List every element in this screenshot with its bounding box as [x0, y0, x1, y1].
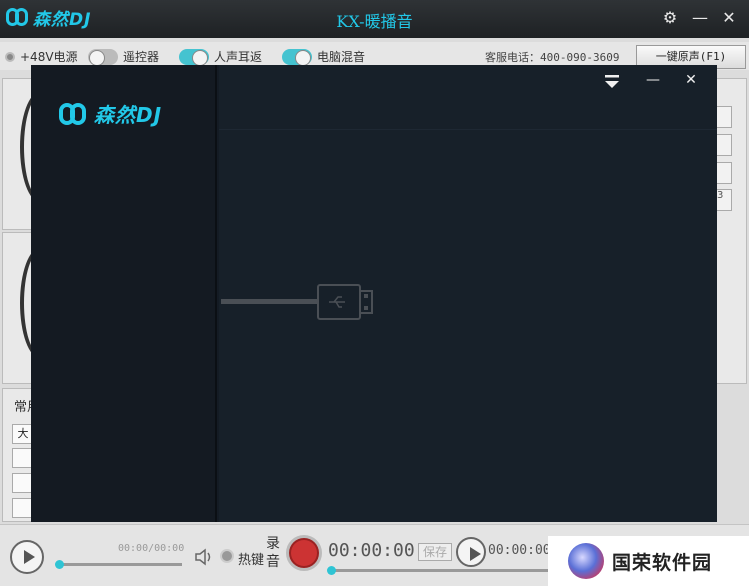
side-button[interactable]: [716, 106, 732, 128]
dialog-logo: 森然DJ: [59, 99, 162, 128]
play-button[interactable]: [10, 540, 44, 574]
service-hotline: 客服电话：400-090-3609: [485, 51, 620, 64]
playback-time: 00:00:00: [488, 543, 551, 558]
driver-dialog: 森然DJ — ✕: [31, 65, 717, 522]
app-title: KX-暖播音: [336, 12, 413, 31]
watermark: 国荣软件园: [548, 536, 749, 586]
dialog-minimize-icon[interactable]: —: [642, 69, 664, 91]
remote-label: 遥控器: [123, 50, 160, 64]
record-time: 00:00:00: [328, 540, 415, 561]
usb-cable: [221, 299, 317, 304]
player-progress-track[interactable]: [56, 563, 182, 566]
player-time: 00:00/00:00: [118, 543, 185, 554]
radio-icon: [5, 51, 15, 62]
toggle-on-icon: [282, 48, 312, 66]
monitor-toggle[interactable]: 人声耳返: [179, 48, 263, 66]
side-button[interactable]: [716, 134, 732, 156]
close-icon[interactable]: ✕: [718, 7, 740, 29]
side-button[interactable]: 3: [716, 189, 732, 211]
side-button[interactable]: [716, 162, 732, 184]
dialog-sidebar: 森然DJ: [31, 65, 217, 522]
monitor-label: 人声耳返: [214, 50, 263, 64]
hotkey-label: 热键: [238, 553, 265, 568]
app-titlebar: 森然DJ KX-暖播音 ⚙ — ✕: [0, 0, 749, 38]
phantom-power-label: +48V电源: [20, 50, 78, 64]
usb-pin: [364, 294, 368, 298]
usb-pin: [364, 306, 368, 310]
usb-symbol-icon: [329, 296, 345, 308]
toggle-on-icon: [179, 48, 209, 66]
collapse-down-icon[interactable]: [601, 71, 623, 93]
pc-mix-label: 电脑混音: [317, 50, 366, 64]
remote-toggle[interactable]: 遥控器: [88, 48, 160, 66]
phantom-power-option[interactable]: +48V电源: [5, 48, 78, 65]
pc-mix-toggle[interactable]: 电脑混音: [282, 48, 366, 66]
brand-logo-icon: [59, 102, 87, 125]
globe-logo-icon: [568, 543, 604, 579]
dialog-brand-name: 森然DJ: [94, 103, 163, 127]
playback-button[interactable]: [456, 537, 486, 567]
record-label: 录音: [266, 536, 280, 570]
dialog-close-icon[interactable]: ✕: [680, 69, 702, 91]
dialog-divider: [219, 129, 717, 130]
watermark-text: 国荣软件园: [612, 551, 713, 574]
record-progress-track[interactable]: [330, 569, 550, 572]
record-button[interactable]: [286, 535, 322, 571]
player-progress-knob[interactable]: [55, 560, 64, 569]
toggle-off-icon: [88, 48, 118, 66]
record-progress-knob[interactable]: [327, 566, 336, 575]
dialog-content: [219, 65, 717, 522]
volume-icon[interactable]: [194, 548, 214, 566]
hotkey-radio[interactable]: [220, 549, 234, 563]
gear-icon[interactable]: ⚙: [659, 7, 681, 29]
minimize-icon[interactable]: —: [689, 7, 711, 29]
save-button[interactable]: 保存: [418, 543, 452, 561]
